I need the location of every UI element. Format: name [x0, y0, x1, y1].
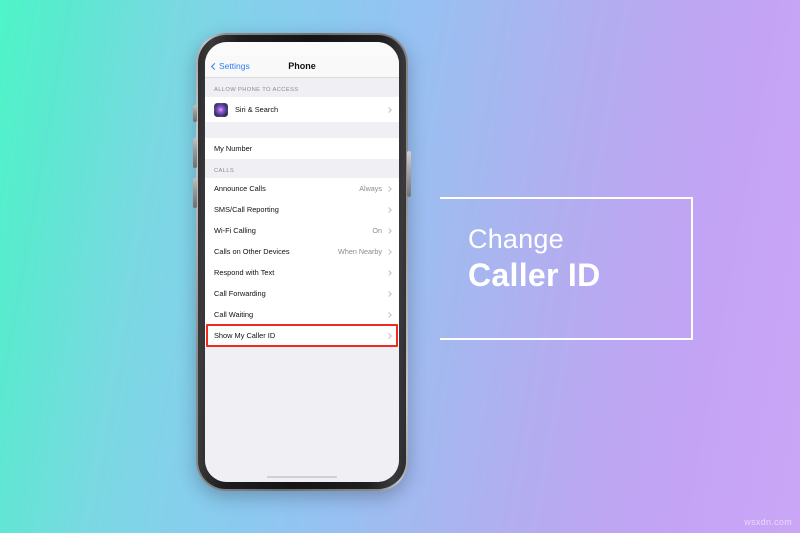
settings-row-label: My Number: [214, 144, 253, 153]
ios-status-bar: [205, 42, 399, 55]
settings-row-wrapper: SMS/Call Reporting: [205, 199, 399, 220]
siri-icon: [214, 102, 228, 117]
settings-row[interactable]: Calls on Other Devices When Nearby: [205, 241, 399, 262]
settings-row-label: Siri & Search: [235, 105, 279, 114]
settings-row[interactable]: Call Waiting: [205, 304, 399, 325]
phone-screen: Settings Phone ALLOW PHONE TO ACCESS Siri…: [205, 42, 399, 482]
callout-frame-right-line: [691, 197, 693, 340]
settings-row-wrapper: Announce Calls Always: [205, 178, 399, 199]
settings-row[interactable]: Show My Caller ID: [205, 325, 399, 346]
settings-row-wrapper: Call Waiting: [205, 304, 399, 325]
back-to-settings-button[interactable]: Settings: [210, 61, 250, 71]
callout-frame-top-line: [440, 197, 693, 199]
settings-row-wrapper: My Number: [205, 138, 399, 159]
chevron-right-icon: [386, 248, 392, 255]
settings-row[interactable]: My Number: [205, 138, 399, 159]
settings-row-label: Calls on Other Devices: [214, 247, 290, 256]
chevron-right-icon: [386, 311, 392, 318]
settings-row-wrapper: Show My Caller ID: [205, 324, 399, 347]
section-header: ALLOW PHONE TO ACCESS: [205, 78, 399, 97]
settings-group: Announce Calls Always SMS/Call Reporting Wi…: [205, 178, 399, 347]
settings-row-label: Call Forwarding: [214, 289, 266, 298]
settings-row-label: Respond with Text: [214, 268, 275, 277]
settings-row[interactable]: Announce Calls Always: [205, 178, 399, 199]
volume-up-button[interactable]: [193, 138, 197, 168]
settings-row[interactable]: Respond with Text: [205, 262, 399, 283]
settings-row-wrapper: Respond with Text: [205, 262, 399, 283]
settings-row[interactable]: Call Forwarding: [205, 283, 399, 304]
settings-row-label: Wi-Fi Calling: [214, 226, 256, 235]
home-indicator: [267, 475, 337, 478]
ios-nav-bar: Settings Phone: [205, 55, 399, 78]
settings-row-wrapper: Wi-Fi Calling On: [205, 220, 399, 241]
chevron-right-icon: [386, 332, 392, 339]
chevron-right-icon: [386, 227, 392, 234]
settings-row-value: On: [372, 226, 382, 235]
settings-row-label: Announce Calls: [214, 184, 266, 193]
chevron-right-icon: [386, 290, 392, 297]
section-header: CALLS: [205, 159, 399, 178]
callout-panel: Change Caller ID: [440, 197, 693, 340]
volume-down-button[interactable]: [193, 178, 197, 208]
callout-heading-line1: Change: [468, 224, 564, 254]
mute-switch-button[interactable]: [193, 105, 197, 122]
settings-row-wrapper: Call Forwarding: [205, 283, 399, 304]
power-button[interactable]: [407, 151, 411, 197]
callout-text: Change Caller ID: [468, 224, 601, 294]
chevron-right-icon: [386, 206, 392, 213]
settings-row-value: When Nearby: [338, 247, 382, 256]
section-spacer: [205, 122, 399, 138]
callout-heading-line2: Caller ID: [468, 257, 601, 294]
settings-list[interactable]: ALLOW PHONE TO ACCESS Siri & Search My Num…: [205, 78, 399, 482]
settings-group: My Number: [205, 138, 399, 159]
settings-row[interactable]: Siri & Search: [205, 97, 399, 122]
settings-row-label: Call Waiting: [214, 310, 254, 319]
settings-row-wrapper: Siri & Search: [205, 97, 399, 122]
settings-row[interactable]: SMS/Call Reporting: [205, 199, 399, 220]
chevron-left-icon: [210, 62, 219, 70]
chevron-right-icon: [386, 106, 392, 113]
settings-row-value: Always: [359, 184, 382, 193]
settings-row[interactable]: Wi-Fi Calling On: [205, 220, 399, 241]
chevron-right-icon: [386, 269, 392, 276]
watermark: wsxdn.com: [744, 517, 792, 527]
settings-row-wrapper: Calls on Other Devices When Nearby: [205, 241, 399, 262]
callout-frame-bottom-line: [440, 338, 693, 340]
chevron-right-icon: [386, 185, 392, 192]
settings-row-label: Show My Caller ID: [214, 331, 276, 340]
settings-row-label: SMS/Call Reporting: [214, 205, 279, 214]
back-button-label: Settings: [219, 61, 250, 71]
settings-group: Siri & Search: [205, 97, 399, 122]
phone-mockup: Settings Phone ALLOW PHONE TO ACCESS Siri…: [193, 33, 411, 491]
